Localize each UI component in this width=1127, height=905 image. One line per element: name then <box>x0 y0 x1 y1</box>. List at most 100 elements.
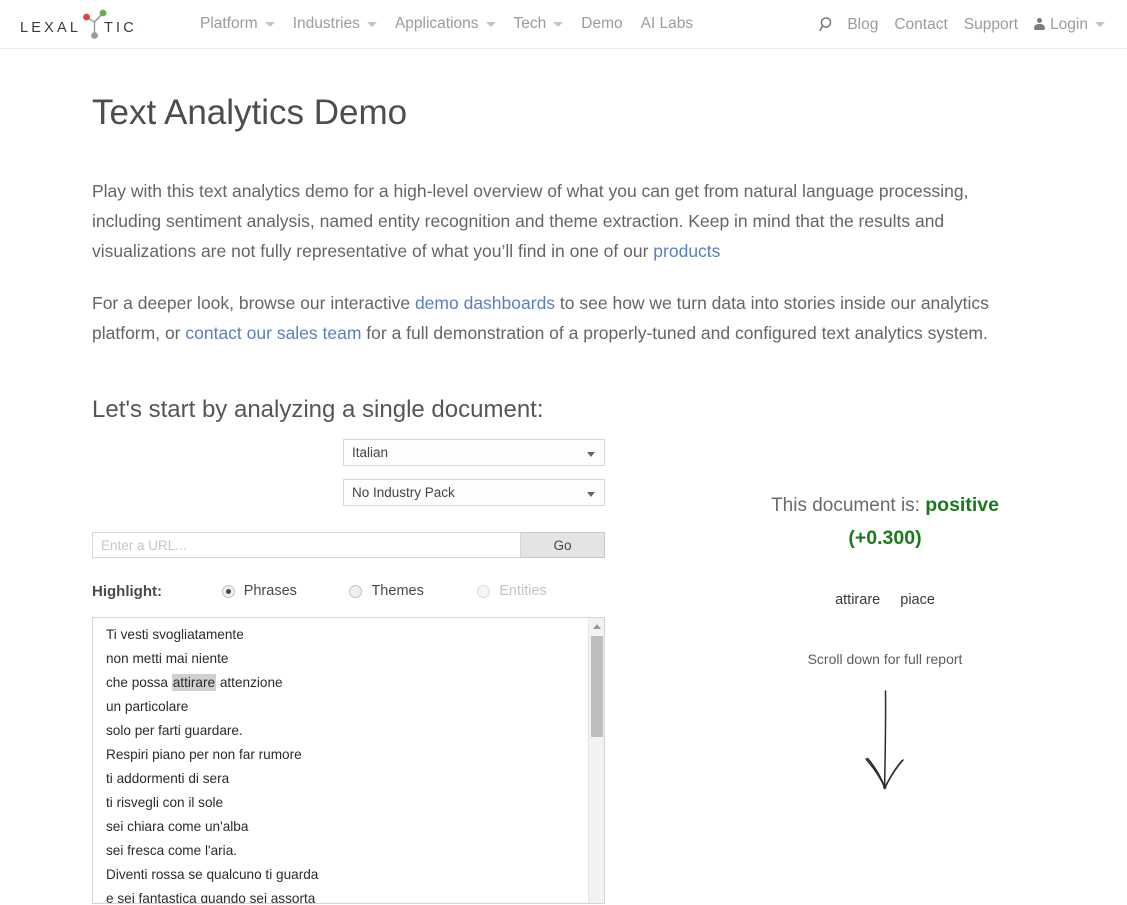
nav-label: Industries <box>292 15 360 32</box>
radio-indicator-entities <box>477 584 491 598</box>
language-select[interactable]: Italian <box>343 439 605 466</box>
nav-label: Login <box>1050 15 1088 33</box>
document-line: e sei fantastica quando sei assorta <box>106 891 316 904</box>
chevron-down-icon <box>485 21 496 27</box>
nav-label: Applications <box>394 15 479 32</box>
search-glyph <box>818 17 832 32</box>
nav-item-contact[interactable]: Contact <box>886 16 955 34</box>
page-content: Text Analytics Demo Play with this text … <box>0 93 1127 904</box>
down-arrow-doodle-icon <box>705 689 1065 801</box>
chevron-down-icon <box>1095 22 1105 27</box>
radio-label-entities: Entities <box>499 583 547 599</box>
nav-label: AI Labs <box>640 15 694 32</box>
nav-label: Blog <box>847 15 879 33</box>
sentiment-verdict: This document is: positive (+0.300) <box>705 489 1065 554</box>
radio-indicator-themes <box>349 584 363 598</box>
intro-paragraph-1: Play with this text analytics demo for a… <box>92 176 1017 266</box>
document-line: che possa attirare attenzione <box>106 671 604 695</box>
line-text: che possa <box>106 675 172 690</box>
demo-dashboards-link[interactable]: demo dashboards <box>415 293 555 313</box>
utility-navigation: Blog Contact Support Login <box>817 0 1113 49</box>
document-line: ti risvegli con il sole <box>106 795 224 810</box>
term-cloud-item[interactable]: attirare <box>835 592 880 608</box>
url-submit-row: Go <box>92 532 605 558</box>
nav-item-platform[interactable]: Platform <box>191 15 284 33</box>
nav-item-applications[interactable]: Applications <box>386 15 505 33</box>
document-textarea[interactable]: Ti vesti svogliatamente non metti mai nie… <box>92 617 605 904</box>
svg-text:LEXAL: LEXAL <box>20 20 81 36</box>
chevron-down-icon <box>366 21 377 27</box>
arrow-svg <box>865 690 904 790</box>
textarea-scrollbar[interactable] <box>588 618 604 903</box>
language-select-value: Italian <box>352 445 389 460</box>
nav-label: Platform <box>200 15 258 32</box>
chevron-down-icon <box>587 452 595 457</box>
radio-label-phrases: Phrases <box>243 583 297 599</box>
nav-label: Support <box>963 15 1019 33</box>
highlight-options: Highlight: Phrases Themes Entities <box>92 580 605 602</box>
chevron-down-icon <box>587 492 595 497</box>
nav-label: Demo <box>581 15 623 32</box>
document-text: Ti vesti svogliatamente non metti mai nie… <box>93 618 604 904</box>
verdict-prefix: This document is: <box>771 495 920 516</box>
results-panel: This document is: positive (+0.300) atti… <box>705 489 1065 801</box>
nav-item-blog[interactable]: Blog <box>839 16 886 34</box>
contact-sales-link[interactable]: contact our sales team <box>185 323 361 343</box>
document-line: Diventi rossa se qualcuno ti guarda <box>106 867 319 882</box>
document-line: Respiri piano per non far rumore <box>106 747 302 762</box>
nav-item-login[interactable]: Login <box>1026 16 1113 34</box>
line-text: attenzione <box>216 675 283 690</box>
industry-select-value: No Industry Pack <box>352 485 455 500</box>
highlight-label: Highlight: <box>92 582 162 600</box>
go-button[interactable]: Go <box>521 532 605 558</box>
document-line: un particolare <box>106 699 189 714</box>
sentiment-score: (+0.300) <box>848 527 922 549</box>
svg-text:TICS: TICS <box>104 20 138 36</box>
document-line: Ti vesti svogliatamente <box>106 627 244 642</box>
nav-item-ai-labs[interactable]: AI Labs <box>632 15 703 33</box>
nav-label: Contact <box>894 15 948 33</box>
industry-select-row: No Industry Pack <box>92 479 605 519</box>
language-select-row: Italian <box>92 439 605 479</box>
industry-pack-select[interactable]: No Industry Pack <box>343 479 605 506</box>
analysis-form: Italian No Industry Pack Go Highlight: P… <box>92 439 605 904</box>
scroll-hint-text: Scroll down for full report <box>807 651 963 667</box>
nav-item-support[interactable]: Support <box>956 16 1026 34</box>
nav-label: Tech <box>513 15 547 32</box>
lexalytics-logo[interactable]: LEXAL TICS <box>20 7 138 41</box>
document-line: sei fresca come l'aria. <box>106 843 238 858</box>
document-line: non metti mai niente <box>106 651 229 666</box>
section-title: Let's start by analyzing a single docume… <box>92 396 544 423</box>
page-title: Text Analytics Demo <box>92 93 408 132</box>
products-link[interactable]: products <box>653 241 720 261</box>
chevron-down-icon <box>264 21 275 27</box>
intro-text: For a deeper look, browse our interactiv… <box>92 293 415 313</box>
term-cloud: attirare piace <box>705 592 1065 608</box>
intro-text: Play with this text analytics demo for a… <box>92 181 969 261</box>
person-icon <box>1034 18 1046 31</box>
radio-label-themes: Themes <box>371 583 424 599</box>
nav-item-demo[interactable]: Demo <box>572 15 631 33</box>
sentiment-value: positive <box>925 494 999 516</box>
radio-themes[interactable]: Themes <box>349 583 477 599</box>
intro-text: for a full demonstration of a properly-t… <box>361 323 988 343</box>
document-line: sei chiara come un'alba <box>106 819 249 834</box>
main-navigation: Platform Industries Applications Tech De… <box>191 15 702 33</box>
radio-indicator-phrases <box>221 584 235 598</box>
site-header: LEXAL TICS Platform Industries Applicati… <box>0 0 1127 49</box>
radio-phrases[interactable]: Phrases <box>221 583 350 599</box>
chevron-down-icon <box>553 21 564 27</box>
radio-entities: Entities <box>477 583 605 599</box>
intro-paragraph-2: For a deeper look, browse our interactiv… <box>92 288 1017 348</box>
scroll-up-arrow-icon[interactable] <box>589 618 604 634</box>
term-cloud-item[interactable]: piace <box>900 592 935 608</box>
url-input[interactable] <box>92 532 521 558</box>
highlighted-phrase[interactable]: attirare <box>171 674 217 691</box>
scrollbar-thumb[interactable] <box>591 636 603 737</box>
search-icon[interactable] <box>817 15 837 35</box>
nav-item-industries[interactable]: Industries <box>284 15 386 33</box>
document-line: ti addormenti di sera <box>106 771 230 786</box>
nav-item-tech[interactable]: Tech <box>505 15 573 33</box>
logo-svg: LEXAL TICS <box>20 9 138 39</box>
document-line: solo per farti guardare. <box>106 723 243 738</box>
